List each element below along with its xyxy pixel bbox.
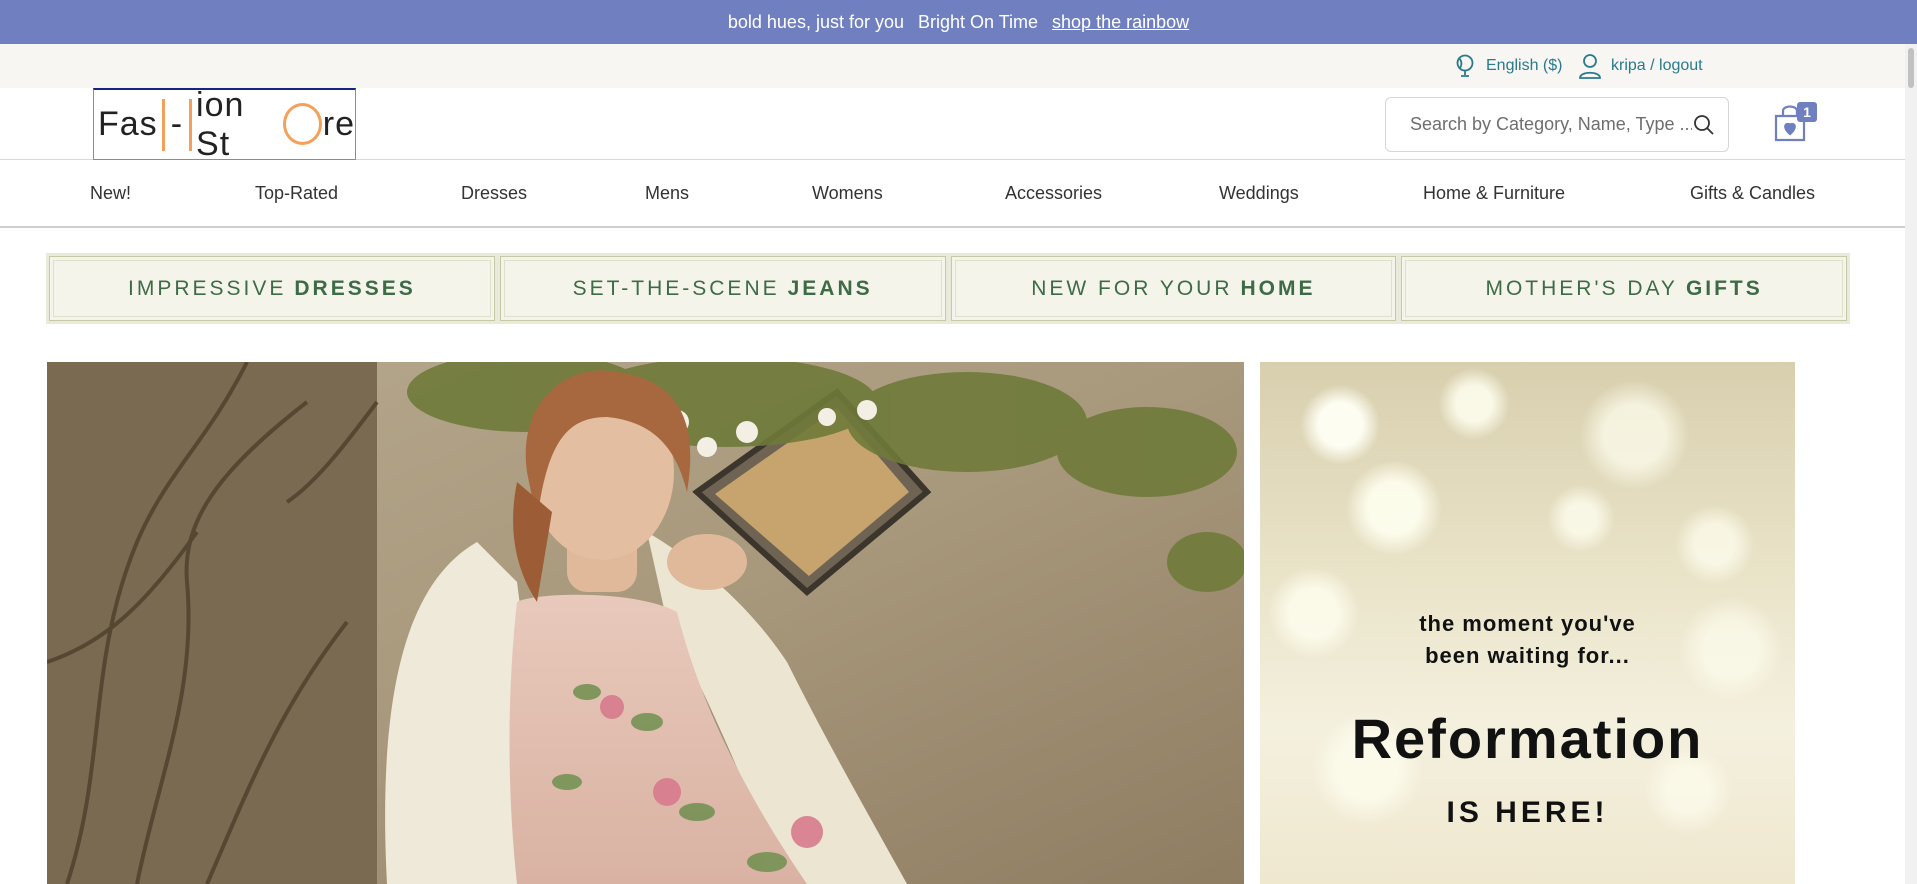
account-label: kripa / logout [1611,57,1703,74]
account-menu[interactable]: kripa / logout [1577,44,1703,88]
user-icon [1577,53,1603,79]
search-icon[interactable] [1692,113,1716,137]
utility-bar: English ($) kripa / logout [0,44,1917,88]
page-scrollbar[interactable] [1905,44,1917,884]
reformation-promo[interactable]: the moment you've been waiting for... Re… [1260,362,1795,884]
logo-text-start: Fas [98,105,158,143]
announcement-subtext: Bright On Time [917,11,1039,32]
promo-home[interactable]: NEW FOR YOUR HOME [950,256,1397,321]
search-input[interactable] [1410,114,1692,135]
language-selector[interactable]: English ($) [1452,44,1562,88]
nav-item-mens[interactable]: Mens [645,160,689,226]
site-logo[interactable]: Fas - ion St re [93,86,356,163]
promo-light-text: NEW FOR YOUR [1031,276,1233,300]
cart-icon [1772,105,1812,148]
promo-bold-text: JEANS [787,276,873,300]
promo-tagline: IS HERE! [1446,796,1609,829]
nav-item-weddings[interactable]: Weddings [1219,160,1299,226]
promo-gifts[interactable]: MOTHER'S DAY GIFTS [1401,256,1847,321]
hero-photo-illustration [47,362,1244,884]
promo-bold-text: HOME [1240,276,1316,300]
cart-button[interactable]: 1 [1772,100,1818,146]
cart-count-badge: 1 [1797,102,1817,122]
nav-item-new[interactable]: New! [90,160,131,226]
hero-image-model[interactable] [47,362,1244,884]
promo-teaser: the moment you've been waiting for... [1260,608,1795,672]
nav-item-womens[interactable]: Womens [812,160,883,226]
promo-light-text: SET-THE-SCENE [572,276,780,300]
site-header: Fas - ion St re 1 [0,86,1917,163]
promo-light-text: IMPRESSIVE [128,276,287,300]
nav-item-accessories[interactable]: Accessories [1005,160,1102,226]
teaser-line-2: been waiting for... [1425,643,1630,668]
logo-text-end: re [322,105,355,143]
teaser-line-1: the moment you've [1419,611,1636,636]
search-box [1385,97,1729,152]
globe-icon [1452,53,1478,79]
nav-item-gifts-candles[interactable]: Gifts & Candles [1690,160,1815,226]
shop-rainbow-link[interactable]: shop the rainbow [1052,12,1189,33]
main-nav: New! Top-Rated Dresses Mens Womens Acces… [0,160,1917,228]
logo-mark: - [158,98,196,151]
language-label: English ($) [1486,57,1563,74]
promo-strip: IMPRESSIVE DRESSES SET-THE-SCENE JEANS NEW… [46,253,1850,324]
announcement-bar: bold hues, just for you Bright On Time s… [0,0,1917,44]
announcement-text: bold hues, just for you [727,11,904,32]
logo-ring [282,102,322,145]
logo-dash: - [170,105,184,143]
promo-dresses[interactable]: IMPRESSIVE DRESSES [49,256,495,321]
promo-jeans[interactable]: SET-THE-SCENE JEANS [499,256,946,321]
brand-name: Reformation [1351,707,1704,770]
nav-item-top-rated[interactable]: Top-Rated [255,160,338,226]
promo-bold-text: DRESSES [294,276,416,300]
promo-bold-text: GIFTS [1685,276,1763,300]
logo-text-middle: ion St [196,85,245,163]
nav-item-home-furniture[interactable]: Home & Furniture [1423,160,1565,226]
promo-light-text: MOTHER'S DAY [1485,276,1678,300]
nav-item-dresses[interactable]: Dresses [461,160,527,226]
